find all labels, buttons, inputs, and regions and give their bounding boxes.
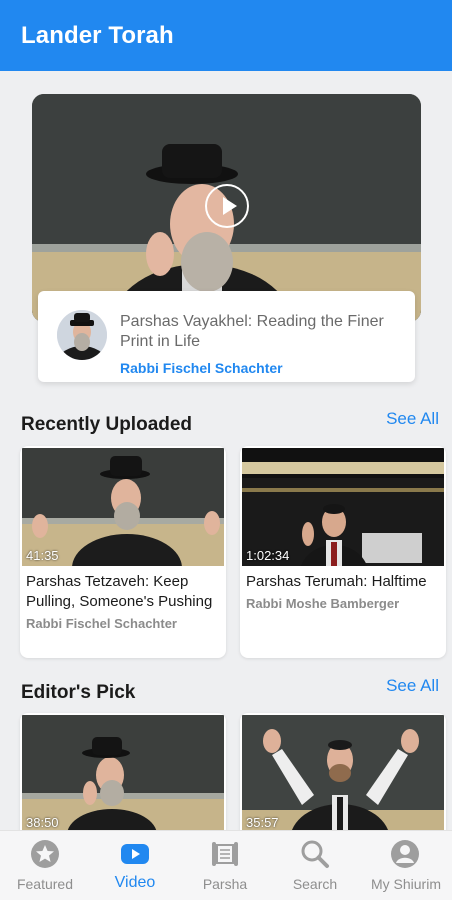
video-title: Parshas Tetzaveh: Keep Pulling, Someone'… [26,573,213,610]
video-card[interactable]: 35:57 [240,713,446,843]
tab-label: Featured [16,876,74,892]
person-icon [390,839,420,869]
video-duration: 1:02:34 [246,548,290,563]
tab-featured[interactable]: Featured [0,831,90,900]
tab-label: My Shiurim [370,876,441,892]
video-duration: 38:50 [26,815,59,830]
search-icon [300,839,330,869]
star-icon [30,839,60,869]
scroll-icon [210,839,240,869]
video-author: Rabbi Fischel Schachter [26,616,177,631]
video-thumbnail[interactable]: 1:02:34 [242,448,444,566]
see-all-recently-uploaded-link[interactable]: See All [386,409,439,429]
bottom-tab-bar: Featured Video Parsha Search My Shiurim [0,830,452,900]
tab-video[interactable]: Video [90,831,180,900]
section-title-editors-pick: Editor's Pick [21,682,136,703]
app-title: Lander Torah [21,22,174,49]
see-all-editors-pick-link[interactable]: See All [386,676,439,696]
author-avatar [57,310,107,360]
tab-label: Parsha [202,876,248,892]
app-bar: Lander Torah [0,0,452,71]
video-thumbnail[interactable]: 35:57 [242,715,444,833]
tab-search[interactable]: Search [270,831,360,900]
video-author: Rabbi Moshe Bamberger [246,596,400,611]
video-card[interactable]: 1:02:34 Parshas Terumah: Halftime Rabbi … [240,446,446,658]
tab-label: Video [114,874,156,891]
tab-my-shiurim[interactable]: My Shiurim [360,831,452,900]
tab-parsha[interactable]: Parsha [180,831,270,900]
video-thumbnail[interactable]: 41:35 [22,448,224,566]
section-title-recently-uploaded: Recently Uploaded [21,414,193,435]
play-icon [120,839,150,869]
video-duration: 35:57 [246,815,279,830]
video-thumbnail[interactable]: 38:50 [22,715,224,833]
featured-video-title: Parshas Vayakhel: Reading the Finer Prin… [120,313,384,350]
video-title: Parshas Terumah: Halftime [246,573,427,590]
video-card[interactable]: 41:35 Parshas Tetzaveh: Keep Pulling, So… [20,446,226,658]
video-card[interactable]: 38:50 [20,713,226,843]
tab-label: Search [292,876,338,892]
featured-video-author[interactable]: Rabbi Fischel Schachter [120,360,283,376]
play-button[interactable] [205,184,249,228]
video-duration: 41:35 [26,548,59,563]
featured-video-card[interactable]: Parshas Vayakhel: Reading the Finer Prin… [38,291,415,382]
